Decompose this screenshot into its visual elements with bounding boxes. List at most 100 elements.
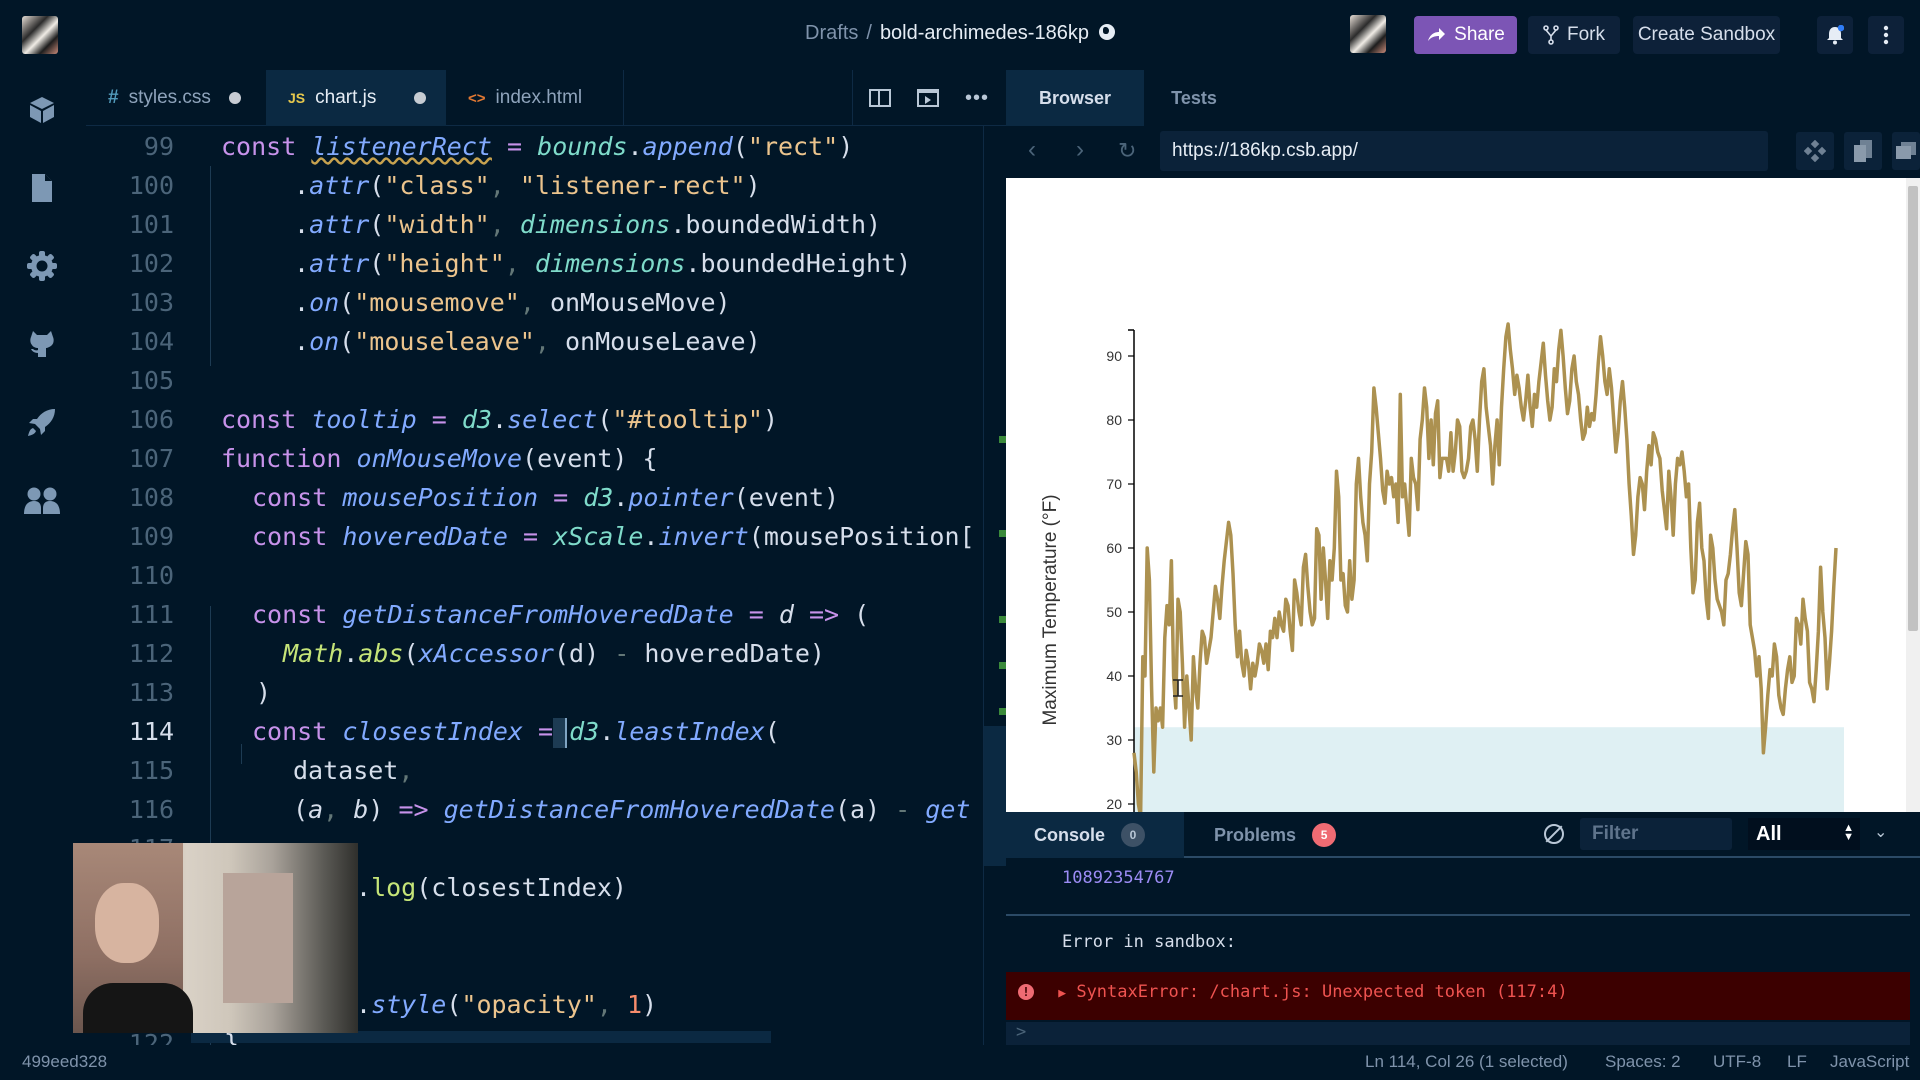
temperature-line-chart[interactable]: 20 30 40 50 60 70 80 90 Maximum Temperature (°F… bbox=[1006, 178, 1906, 812]
language-mode[interactable]: JavaScript bbox=[1830, 1052, 1909, 1072]
notifications-button[interactable] bbox=[1817, 16, 1853, 54]
preview-scrollbar[interactable] bbox=[1906, 178, 1920, 812]
refresh-icon[interactable]: ↻ bbox=[1118, 138, 1136, 164]
token: pointer bbox=[628, 483, 734, 512]
share-button[interactable]: Share bbox=[1414, 16, 1517, 54]
diamond-grid-icon bbox=[1804, 140, 1826, 162]
token: ) bbox=[256, 678, 272, 707]
token: "mouseleave" bbox=[354, 327, 535, 356]
tab-styles-css[interactable]: # styles.css bbox=[86, 70, 266, 126]
token: = bbox=[507, 132, 523, 161]
browser-preview[interactable]: 20 30 40 50 60 70 80 90 Maximum Temperature (°F… bbox=[1006, 178, 1920, 812]
token: const bbox=[252, 717, 328, 746]
scroll-position[interactable] bbox=[984, 726, 1006, 866]
token: "mousemove" bbox=[354, 288, 520, 317]
token: "listener-rect" bbox=[519, 171, 746, 200]
cursor-position[interactable]: Ln 114, Col 26 (1 selected) bbox=[1365, 1052, 1568, 1072]
token: = bbox=[553, 483, 569, 512]
more-horizontal-icon[interactable]: ••• bbox=[965, 87, 989, 110]
copy-icon bbox=[1854, 140, 1872, 162]
token: . bbox=[491, 405, 508, 434]
token: ( bbox=[369, 210, 385, 239]
token: => bbox=[808, 600, 840, 629]
log-level-select[interactable]: All ▲ ▼ bbox=[1748, 818, 1860, 850]
console-label: Console bbox=[1034, 824, 1106, 845]
unsaved-dot[interactable] bbox=[228, 92, 241, 104]
scrollbar-thumb[interactable] bbox=[1908, 186, 1918, 631]
token: . bbox=[294, 249, 310, 278]
token: . bbox=[294, 288, 310, 317]
token: function bbox=[221, 444, 342, 473]
line-number: 103 bbox=[128, 288, 174, 317]
commit-hash[interactable]: 499eed328 bbox=[22, 1052, 107, 1072]
more-menu-button[interactable] bbox=[1868, 16, 1904, 54]
sidebar-item-explorer[interactable] bbox=[22, 168, 62, 208]
token: ( bbox=[732, 132, 748, 161]
y-tick-label: 40 bbox=[1106, 668, 1122, 684]
split-view-icon[interactable] bbox=[869, 89, 891, 107]
code-line: 102 .attr("height", dimensions.boundedHei… bbox=[86, 244, 1006, 283]
tab-index-html[interactable]: <> index.html bbox=[446, 70, 624, 126]
code-line: 106 const tooltip = d3.select("#tooltip") bbox=[86, 400, 1006, 439]
fork-button[interactable]: Fork bbox=[1528, 16, 1620, 54]
token: = bbox=[538, 717, 554, 746]
token: ) bbox=[762, 405, 778, 434]
unsaved-dot[interactable] bbox=[414, 92, 427, 104]
tab-tests[interactable]: Tests bbox=[1144, 70, 1244, 126]
error-header-text: Error in sandbox: bbox=[1062, 932, 1236, 952]
expand-triangle-icon[interactable]: ▶ bbox=[1058, 986, 1066, 1001]
back-icon[interactable]: ‹ bbox=[1028, 136, 1036, 164]
clear-console-icon[interactable] bbox=[1544, 824, 1564, 844]
tab-label: index.html bbox=[495, 87, 583, 108]
sidebar-item-live[interactable] bbox=[22, 480, 62, 520]
breadcrumb-drafts[interactable]: Drafts bbox=[805, 22, 858, 44]
devtools-button[interactable] bbox=[1796, 132, 1834, 170]
tab-console[interactable]: Console 0 bbox=[1006, 812, 1184, 858]
line-ending[interactable]: LF bbox=[1787, 1052, 1807, 1072]
indentation-setting[interactable]: Spaces: 2 bbox=[1605, 1052, 1681, 1072]
sidebar-item-config[interactable] bbox=[22, 246, 62, 286]
token: ( bbox=[369, 249, 385, 278]
file-encoding[interactable]: UTF-8 bbox=[1713, 1052, 1761, 1072]
token: d3 bbox=[583, 483, 614, 512]
y-tick-label: 90 bbox=[1106, 348, 1122, 364]
line-number: 113 bbox=[128, 678, 174, 707]
change-marker bbox=[999, 662, 1006, 669]
sidebar-item-github[interactable] bbox=[22, 324, 62, 364]
presenter-face bbox=[95, 883, 159, 963]
y-tick-label: 30 bbox=[1106, 732, 1122, 748]
token: ( bbox=[854, 600, 870, 629]
bell-icon bbox=[1827, 25, 1844, 45]
token: - bbox=[895, 795, 911, 824]
editor-overview-ruler[interactable] bbox=[983, 126, 1006, 1045]
open-new-window-button[interactable] bbox=[1892, 132, 1920, 170]
user-avatar[interactable] bbox=[1350, 15, 1386, 53]
forward-icon[interactable]: › bbox=[1076, 136, 1084, 164]
token: , bbox=[489, 210, 505, 239]
token: . bbox=[294, 210, 310, 239]
console-input[interactable]: > bbox=[1006, 1022, 1910, 1045]
y-tick-label: 20 bbox=[1106, 796, 1122, 812]
freezing-band bbox=[1134, 727, 1844, 812]
log-value: 10892354767 bbox=[1062, 868, 1175, 888]
token: "height" bbox=[384, 249, 505, 278]
sidebar-item-project-info[interactable] bbox=[22, 90, 62, 130]
collapse-console-icon[interactable]: ⌄ bbox=[1874, 822, 1887, 842]
tab-problems[interactable]: Problems 5 bbox=[1214, 812, 1337, 858]
sandbox-name[interactable]: bold-archimedes-186kp bbox=[880, 22, 1089, 44]
preview-icon[interactable] bbox=[917, 89, 939, 107]
y-tick-label: 70 bbox=[1106, 476, 1122, 492]
create-sandbox-button[interactable]: Create Sandbox bbox=[1633, 16, 1780, 54]
console-error-entry[interactable]: ! ▶ SyntaxError: /chart.js: Unexpected t… bbox=[1006, 972, 1910, 1020]
sidebar-item-deployment[interactable] bbox=[22, 402, 62, 442]
tab-browser[interactable]: Browser bbox=[1006, 70, 1144, 126]
code-line: 116 (a, b) => getDistanceFromHoveredDate(… bbox=[86, 790, 1006, 829]
token: dataset bbox=[293, 756, 399, 785]
url-input[interactable]: https://186kp.csb.app/ bbox=[1160, 131, 1768, 171]
line-number: 112 bbox=[128, 639, 174, 668]
token: getDistanceFromHoveredDate bbox=[443, 795, 835, 824]
copy-button[interactable] bbox=[1844, 132, 1882, 170]
console-filter-input[interactable]: Filter bbox=[1580, 818, 1732, 850]
globe-icon[interactable] bbox=[1098, 24, 1115, 40]
tab-chart-js[interactable]: JS chart.js bbox=[266, 70, 446, 126]
